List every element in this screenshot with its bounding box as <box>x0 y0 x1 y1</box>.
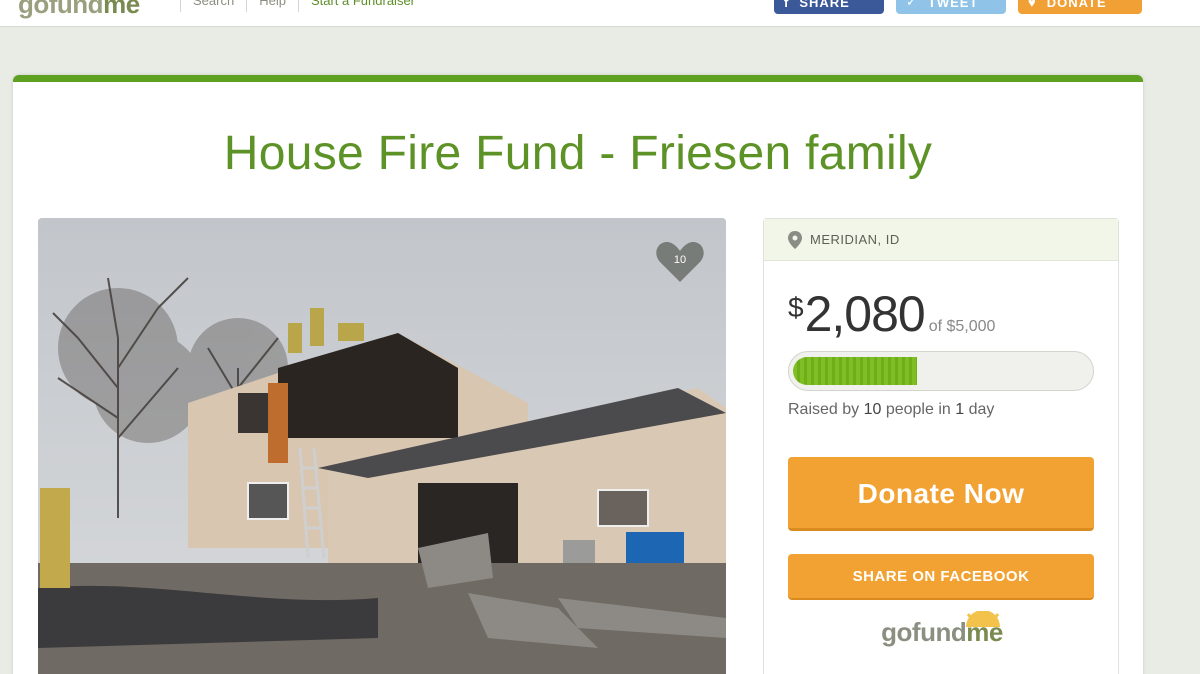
campaign-card: House Fire Fund - Friesen family 10 MERI… <box>13 75 1143 674</box>
twitter-icon: ✓ <box>906 0 918 9</box>
heart-like-count: 10 <box>673 254 687 266</box>
footer-gofundme-logo[interactable]: gofundme <box>764 611 1120 648</box>
location-bar: MERIDIAN, ID <box>764 219 1118 261</box>
nav-start-fundraiser-link[interactable]: Start a Fundraiser <box>297 0 427 12</box>
progress-bar <box>788 351 1094 391</box>
donate-header-button[interactable]: ♥ DONATE <box>1018 0 1142 14</box>
progress-bar-fill <box>793 357 917 385</box>
campaign-title: House Fire Fund - Friesen family <box>223 127 933 180</box>
campaign-photo[interactable]: 10 <box>38 218 726 674</box>
nav-search-link[interactable]: Search <box>180 0 246 12</box>
facebook-icon: f <box>784 0 790 10</box>
goal-amount: of $5,000 <box>928 318 996 335</box>
house-fire-image <box>38 218 726 674</box>
donate-now-button[interactable]: Donate Now <box>788 457 1094 531</box>
share-on-facebook-button[interactable]: SHARE ON FACEBOOK <box>788 554 1094 600</box>
nav-help-link[interactable]: Help <box>246 0 298 12</box>
raised-amount: 2,080 <box>804 286 926 342</box>
gofundme-logo[interactable]: gofundme <box>18 0 140 20</box>
map-pin-icon <box>788 230 802 249</box>
share-button[interactable]: f SHARE <box>774 0 884 14</box>
amount-raised: $ 2,080 of $5,000 <box>788 285 995 343</box>
location-text: MERIDIAN, ID <box>810 232 900 247</box>
top-navigation-bar: gofundme Search Help Start a Fundraiser … <box>0 0 1200 27</box>
currency-symbol: $ <box>788 292 804 323</box>
heart-small-icon: ♥ <box>1028 0 1037 10</box>
sun-logo-icon <box>966 611 1000 627</box>
raised-by-text: Raised by 10 people in 1 day <box>788 401 995 418</box>
tweet-button[interactable]: ✓ TWEET <box>896 0 1006 14</box>
top-nav-links: Search Help Start a Fundraiser <box>180 0 427 12</box>
donation-panel: MERIDIAN, ID $ 2,080 of $5,000 Raised by… <box>763 218 1119 674</box>
